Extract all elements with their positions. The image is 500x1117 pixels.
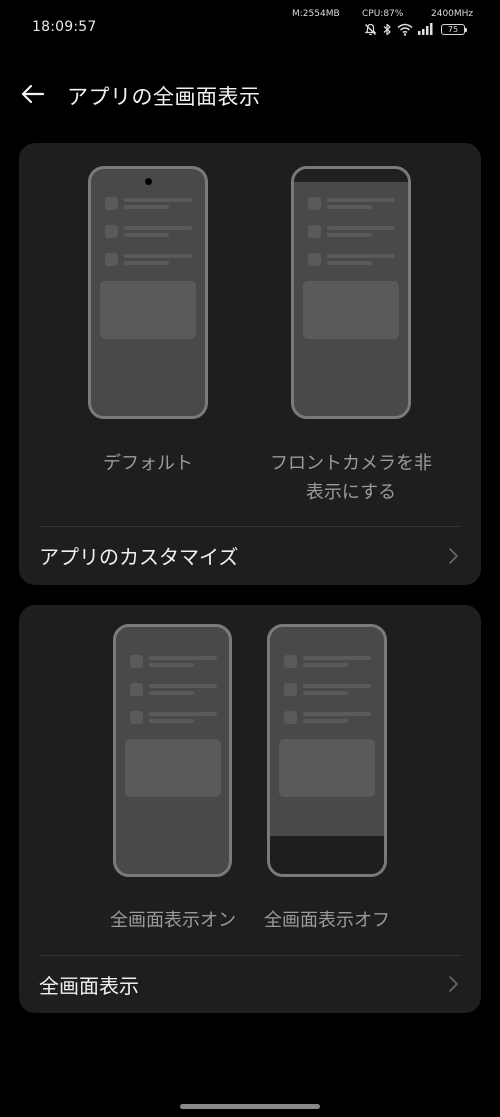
fullscreen-row[interactable]: 全画面表示	[19, 956, 481, 1013]
mute-icon	[364, 23, 377, 35]
chevron-right-icon	[449, 976, 458, 992]
camera-display-card: デフォルト フロントカメラを非 表示にする アプリのカスタマイズ	[19, 143, 481, 585]
battery-icon: 75	[441, 23, 467, 35]
wifi-icon	[397, 23, 413, 36]
page-header: アプリの全画面表示	[0, 70, 500, 118]
signal-icon	[418, 23, 433, 35]
option-hide-camera-label: フロントカメラを非 表示にする	[270, 453, 432, 503]
customize-apps-row[interactable]: アプリのカスタマイズ	[19, 527, 481, 585]
status-frequency: 2400MHz	[431, 9, 474, 19]
status-time: 18:09:57	[32, 19, 97, 35]
home-indicator[interactable]	[180, 1104, 320, 1109]
battery-level: 75	[447, 24, 459, 34]
phone-preview-fullscreen-off	[267, 624, 387, 877]
phone-preview-fullscreen-on	[113, 624, 232, 877]
status-cpu: CPU:87%	[362, 9, 404, 19]
status-bar: 18:09:57 M:2554MB CPU:87% 2400MHz 75	[0, 0, 500, 44]
status-icons: 75	[364, 22, 467, 36]
front-camera-icon	[145, 178, 152, 185]
fullscreen-display-card: 全画面表示オン 全画面表示オフ 全画面表示	[19, 605, 481, 1013]
phone-preview-default	[88, 166, 208, 419]
fullscreen-label: 全画面表示	[39, 974, 139, 998]
back-arrow-icon[interactable]	[20, 81, 46, 107]
page-title: アプリの全画面表示	[67, 85, 261, 109]
status-memory: M:2554MB	[292, 9, 340, 19]
bluetooth-icon	[383, 23, 391, 35]
option-default-label: デフォルト	[103, 453, 193, 474]
option-fullscreen-on-label: 全画面表示オン	[110, 910, 236, 931]
phone-preview-hide-camera	[291, 166, 411, 419]
chevron-right-icon	[449, 548, 458, 564]
option-fullscreen-off-label: 全画面表示オフ	[264, 910, 390, 931]
customize-apps-label: アプリのカスタマイズ	[39, 545, 239, 569]
